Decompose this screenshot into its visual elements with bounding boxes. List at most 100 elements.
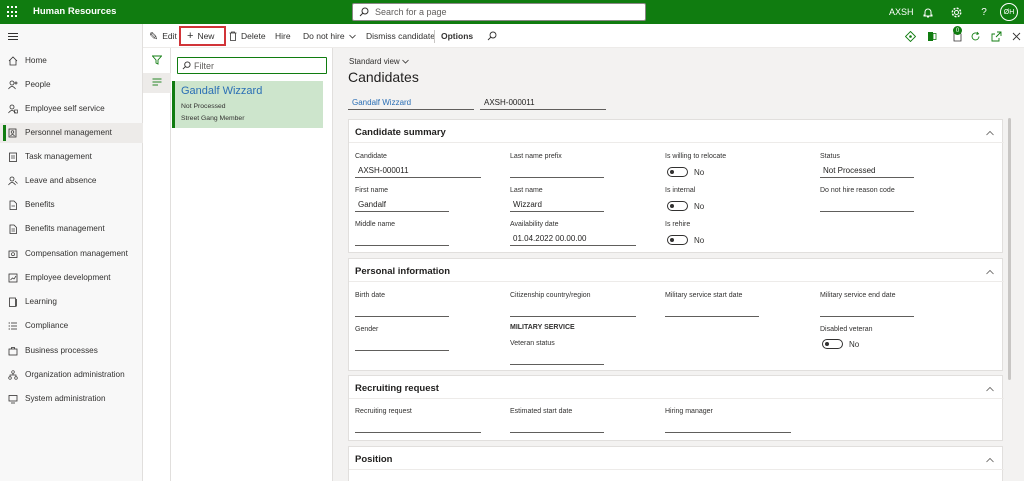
app-launcher-icon[interactable]: [7, 6, 19, 18]
bell-icon[interactable]: [921, 5, 935, 19]
nav-item-system-administration[interactable]: System administration: [0, 389, 143, 409]
recruiting-request-section: Recruiting request Recruiting request Es…: [348, 375, 1004, 441]
nav-item-personnel-management[interactable]: Personnel management: [0, 123, 143, 143]
help-icon[interactable]: ?: [977, 5, 991, 19]
recruiting-request-field[interactable]: [355, 419, 481, 433]
delete-label: Delete: [241, 31, 266, 41]
status-field[interactable]: Not Processed: [820, 164, 914, 178]
section-header[interactable]: Recruiting request: [349, 376, 1004, 399]
candidate-field[interactable]: AXSH-000011: [355, 164, 481, 178]
header-id: AXSH-000011: [480, 98, 606, 110]
nav-item-people[interactable]: People: [0, 75, 143, 95]
person-icon: [8, 104, 18, 114]
options-tab[interactable]: Options: [441, 24, 473, 48]
disabled-veteran-toggle[interactable]: [822, 339, 843, 349]
search-placeholder: Search for a page: [375, 7, 447, 17]
search-action-button[interactable]: [487, 24, 497, 48]
diamond-icon[interactable]: [904, 30, 916, 42]
hamburger-icon[interactable]: [8, 33, 18, 42]
nav-item-leave-and-absence[interactable]: Leave and absence: [0, 171, 143, 191]
dismiss-candidate-button[interactable]: Dismiss candidate: [366, 24, 435, 48]
nav-item-organization-administration[interactable]: Organization administration: [0, 365, 143, 385]
hiring-manager-field[interactable]: [665, 419, 791, 433]
birth-date-field[interactable]: [355, 303, 449, 317]
estimated-start-field[interactable]: [510, 419, 604, 433]
last-name-field[interactable]: Wizzard: [510, 198, 604, 212]
section-header[interactable]: Position: [349, 447, 1004, 470]
avatar[interactable]: ØH: [1000, 3, 1018, 21]
notification-icon[interactable]: 0: [948, 26, 966, 42]
compliance-icon: [8, 322, 17, 330]
nav-item-employee-development[interactable]: Employee development: [0, 268, 143, 288]
citizenship-field[interactable]: [510, 303, 636, 317]
gear-icon[interactable]: [949, 5, 963, 19]
military-start-field[interactable]: [665, 303, 759, 317]
rehire-toggle[interactable]: [667, 235, 688, 245]
rehire-value: No: [694, 236, 705, 245]
first-name-field[interactable]: Gandalf: [355, 198, 449, 212]
filter-placeholder: Filter: [194, 60, 214, 71]
chevron-down-icon: [402, 59, 409, 64]
status-label: Status: [820, 153, 840, 160]
military-end-field[interactable]: [820, 303, 914, 317]
nav-item-learning[interactable]: Learning: [0, 292, 143, 312]
system-icon: [8, 395, 18, 404]
candidate-list: Filter Gandalf Wizzard Not Processed Str…: [171, 48, 333, 481]
personal-information-section: Personal information Birth date Citizens…: [348, 258, 1004, 371]
chevron-up-icon[interactable]: [986, 456, 994, 464]
filter-icon[interactable]: [152, 55, 162, 65]
candidate-summary-section: Candidate summary Candidate AXSH-000011 …: [348, 119, 1004, 253]
close-icon[interactable]: [1010, 30, 1022, 42]
relocate-toggle[interactable]: [667, 167, 688, 177]
list-view-toggle[interactable]: [143, 73, 171, 93]
list-item[interactable]: Gandalf Wizzard Not Processed Street Gan…: [172, 81, 323, 128]
nav-item-employee-self-service[interactable]: Employee self service: [0, 99, 143, 119]
leave-icon: [8, 176, 18, 186]
nav-item-label: Employee development: [25, 273, 111, 282]
list-item-name: Gandalf Wizzard: [181, 85, 263, 97]
nav-item-label: Compensation management: [25, 249, 128, 258]
list-item-status: Not Processed: [181, 103, 226, 110]
section-header[interactable]: Candidate summary: [349, 120, 1004, 143]
nav-item-benefits-management[interactable]: Benefits management: [0, 219, 143, 239]
nav-item-compensation-management[interactable]: Compensation management: [0, 244, 143, 264]
view-selector[interactable]: Standard view: [349, 57, 409, 66]
details-pane: Standard view Candidates Gandalf Wizzard…: [333, 48, 1024, 481]
nav-item-compliance[interactable]: Compliance: [0, 316, 143, 336]
open-in-new-window-icon[interactable]: [990, 30, 1002, 42]
refresh-icon[interactable]: [969, 30, 981, 42]
internal-toggle[interactable]: [667, 201, 688, 211]
birth-date-label: Birth date: [355, 292, 385, 299]
office-icon[interactable]: [926, 30, 938, 42]
nav-item-task-management[interactable]: Task management: [0, 147, 143, 167]
veteran-status-field[interactable]: [510, 351, 604, 365]
company-picker[interactable]: AXSH: [889, 7, 914, 17]
disabled-veteran-value: No: [849, 340, 860, 349]
hire-button[interactable]: Hire: [275, 24, 291, 48]
chevron-up-icon[interactable]: [986, 385, 994, 393]
nav-item-label: Business processes: [25, 346, 98, 355]
dnh-reason-field[interactable]: [820, 198, 914, 212]
chevron-up-icon[interactable]: [986, 268, 994, 276]
scrollbar[interactable]: [1008, 118, 1011, 380]
search-input[interactable]: Search for a page: [352, 3, 646, 21]
nav-item-benefits[interactable]: Benefits: [0, 195, 143, 215]
nav-item-home[interactable]: Home: [0, 51, 143, 71]
header-name-link[interactable]: Gandalf Wizzard: [348, 98, 474, 110]
learning-icon: [9, 297, 17, 307]
new-button-highlight: [179, 26, 226, 46]
nav-item-label: Task management: [25, 152, 92, 161]
gender-field[interactable]: [355, 337, 449, 351]
relocate-value: No: [694, 168, 705, 177]
chevron-up-icon[interactable]: [986, 129, 994, 137]
middle-name-field[interactable]: [355, 232, 449, 246]
availability-field[interactable]: 01.04.2022 00.00.00: [510, 232, 636, 246]
do-not-hire-button[interactable]: Do not hire: [303, 24, 356, 48]
last-name-prefix-field[interactable]: [510, 164, 604, 178]
edit-button[interactable]: ✎ Edit: [149, 24, 177, 48]
nav-item-business-processes[interactable]: Business processes: [0, 341, 143, 361]
filter-input[interactable]: Filter: [177, 57, 327, 74]
delete-button[interactable]: Delete: [229, 24, 266, 48]
section-header[interactable]: Personal information: [349, 259, 1004, 282]
recruiting-request-label: Recruiting request: [355, 408, 412, 415]
